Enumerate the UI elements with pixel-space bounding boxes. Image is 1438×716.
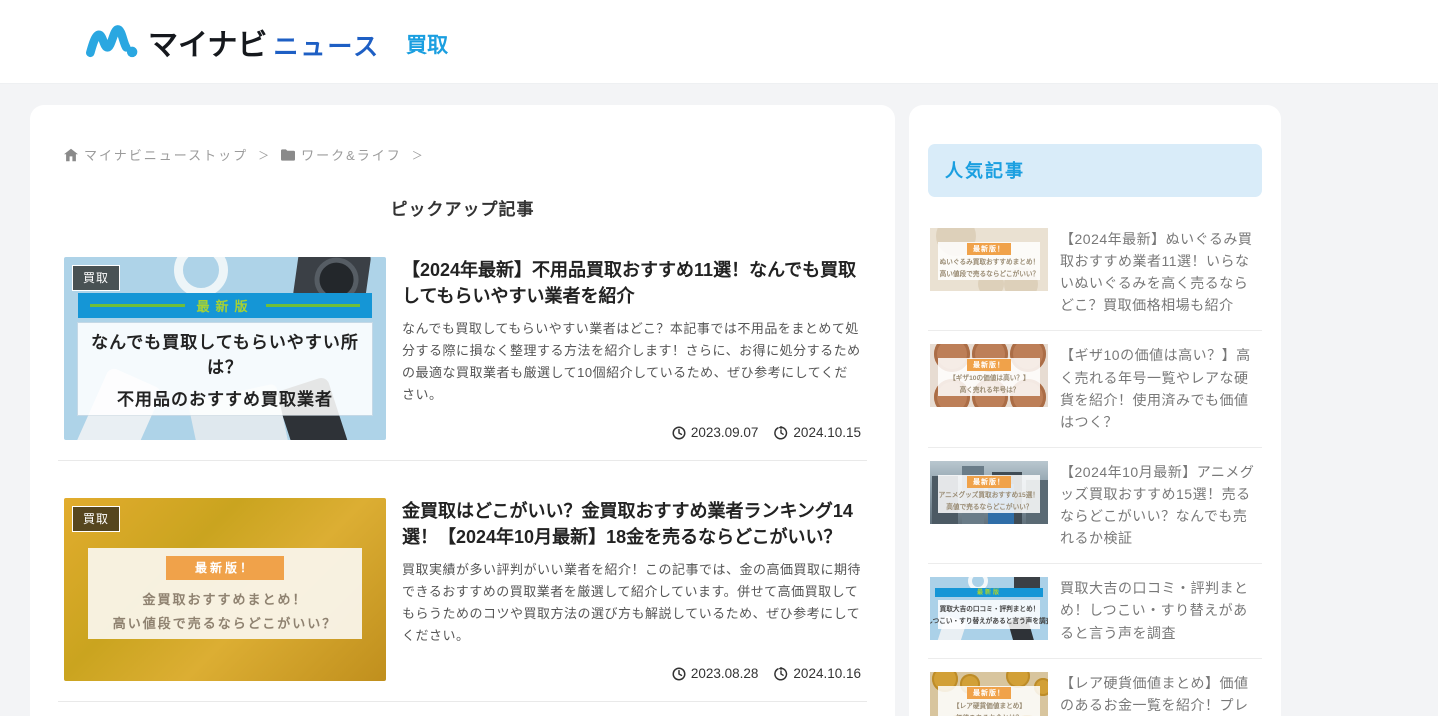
sidebar: 人気記事 最新版！ ぬいぐるみ買取おすすめまとめ！ 高い値段で売るならどこがいい… <box>909 105 1281 716</box>
popular-article-title: 【レア硬貨価値まとめ】価値のあるお金一覧を紹介！プレミア硬貨や希少価値がある硬貨… <box>1060 672 1260 716</box>
site-logo[interactable]: マイナビ ニュース <box>84 23 380 61</box>
popular-article-thumbnail: 最新版！ アニメグッズ買取おすすめ15選！ 高値で売るならどこがいい？ <box>930 461 1048 524</box>
thumb-caption-box: なんでも買取してもらいやすい所は？ 不用品のおすすめ買取業者 <box>78 323 372 415</box>
page-body: マイナビニューストップ ＞ ワーク&ライフ ＞ ピックアップ記事 買取 <box>0 84 1438 716</box>
nav-kaitori-link[interactable]: 買取 <box>406 25 448 59</box>
popular-article-item[interactable]: 最新版！ ぬいぐるみ買取おすすめまとめ！ 高い値段で売るならどこがいい？ 【20… <box>928 215 1262 331</box>
brand-text-sub: ニュース <box>273 34 380 60</box>
clock-icon <box>672 667 686 681</box>
article-excerpt: 買取実績が多い評判がいい業者を紹介！この記事では、金の高価買取に期待できるおすす… <box>402 559 861 646</box>
article-body: 【2024年最新】不用品買取おすすめ11選！なんでも買取してもらいやすい業者を紹… <box>402 257 861 440</box>
popular-article-thumbnail: 最新版！ 【ギザ10の価値は高い？】 高く売れる年号は？ <box>930 344 1048 407</box>
popular-article-title: 【ギザ10の価値は高い？】高く売れる年号一覧やレアな硬貨を紹介！使用済みでも価値… <box>1060 344 1260 432</box>
popular-articles-header: 人気記事 <box>928 144 1262 197</box>
history-icon <box>774 426 788 440</box>
updated-date: 2024.10.15 <box>774 425 861 440</box>
mynavi-wave-icon <box>84 23 138 61</box>
article-excerpt: なんでも買取してもらいやすい業者はどこ？本記事では不用品をまとめて処分する際に損… <box>402 318 861 405</box>
main-content: マイナビニューストップ ＞ ワーク&ライフ ＞ ピックアップ記事 買取 <box>30 105 895 716</box>
folder-icon <box>281 148 295 162</box>
article-thumbnail[interactable]: 買取 最新版 なんでも買取してもらいやすい所は？ 不用品のおすすめ買取業者 <box>64 257 386 440</box>
home-icon <box>64 148 78 162</box>
pickup-section-title: ピックアップ記事 <box>58 195 867 220</box>
popular-article-thumbnail: 最新版 買取大吉の口コミ・評判まとめ！ しつこい・すり替えがあると言う声を調査 <box>930 577 1048 640</box>
breadcrumb-separator: ＞ <box>258 147 271 163</box>
popular-article-title: 買取大吉の口コミ・評判まとめ！しつこい・すり替えがあると言う声を調査 <box>1060 577 1260 643</box>
headphone-deco <box>174 257 228 297</box>
article-thumbnail[interactable]: 買取 最新版！ 金買取おすすめまとめ！ 高い値段で売るならどこがいい？ <box>64 498 386 681</box>
site-header: マイナビ ニュース 買取 <box>0 0 1438 84</box>
popular-article-item[interactable]: 最新版！ アニメグッズ買取おすすめ15選！ 高値で売るならどこがいい？ 【202… <box>928 448 1262 564</box>
article-dates: 2023.09.07 2024.10.15 <box>402 425 861 440</box>
popular-article-item[interactable]: 最新版 買取大吉の口コミ・評判まとめ！ しつこい・すり替えがあると言う声を調査 … <box>928 564 1262 658</box>
article-dates: 2023.08.28 2024.10.16 <box>402 666 861 681</box>
popular-article-title: 【2024年最新】ぬいぐるみ買取おすすめ業者11選！いらないぬいぐるみを高く売る… <box>1060 228 1260 316</box>
article-item: 買取 最新版 なんでも買取してもらいやすい所は？ 不用品のおすすめ買取業者 【2… <box>58 220 867 461</box>
brand-text-main: マイナビ <box>148 31 267 61</box>
article-body: 金買取はどこがいい？金買取おすすめ業者ランキング14選！【2024年10月最新】… <box>402 498 861 681</box>
breadcrumb-category-label: ワーク&ライフ <box>301 145 402 164</box>
published-date: 2023.09.07 <box>672 425 759 440</box>
clock-icon <box>672 426 686 440</box>
breadcrumb-home-link[interactable]: マイナビニューストップ <box>64 145 248 164</box>
breadcrumb-separator: ＞ <box>412 147 425 163</box>
popular-article-title: 【2024年10月最新】アニメグッズ買取おすすめ15選！売るならどこがいい？なん… <box>1060 461 1260 549</box>
article-title-link[interactable]: 【2024年最新】不用品買取おすすめ11選！なんでも買取してもらいやすい業者を紹… <box>402 257 861 309</box>
breadcrumb-home-label: マイナビニューストップ <box>84 145 248 164</box>
category-badge: 買取 <box>72 265 120 291</box>
breadcrumb-category-link[interactable]: ワーク&ライフ <box>281 145 402 164</box>
popular-article-item[interactable]: 最新版！ 【ギザ10の価値は高い？】 高く売れる年号は？ 【ギザ10の価値は高い… <box>928 331 1262 447</box>
popular-article-thumbnail: 最新版！ ぬいぐるみ買取おすすめまとめ！ 高い値段で売るならどこがいい？ <box>930 228 1048 291</box>
popular-article-item[interactable]: 最新版！ 【レア硬貨価値まとめ】 価値のあるお金とは？ 【レア硬貨価値まとめ】価… <box>928 659 1262 716</box>
updated-date: 2024.10.16 <box>774 666 861 681</box>
thumb-banner: 最新版 <box>78 293 372 318</box>
article-title-link[interactable]: 金買取はどこがいい？金買取おすすめ業者ランキング14選！【2024年10月最新】… <box>402 498 861 550</box>
published-date: 2023.08.28 <box>672 666 759 681</box>
popular-articles-title: 人気記事 <box>945 161 1025 181</box>
breadcrumb: マイナビニューストップ ＞ ワーク&ライフ ＞ <box>58 145 867 164</box>
thumb-caption-box: 最新版！ 金買取おすすめまとめ！ 高い値段で売るならどこがいい？ <box>88 548 362 639</box>
history-icon <box>774 667 788 681</box>
category-badge: 買取 <box>72 506 120 532</box>
article-item: 買取 最新版！ 金買取おすすめまとめ！ 高い値段で売るならどこがいい？ 金買取は… <box>58 461 867 702</box>
popular-article-thumbnail: 最新版！ 【レア硬貨価値まとめ】 価値のあるお金とは？ <box>930 672 1048 716</box>
